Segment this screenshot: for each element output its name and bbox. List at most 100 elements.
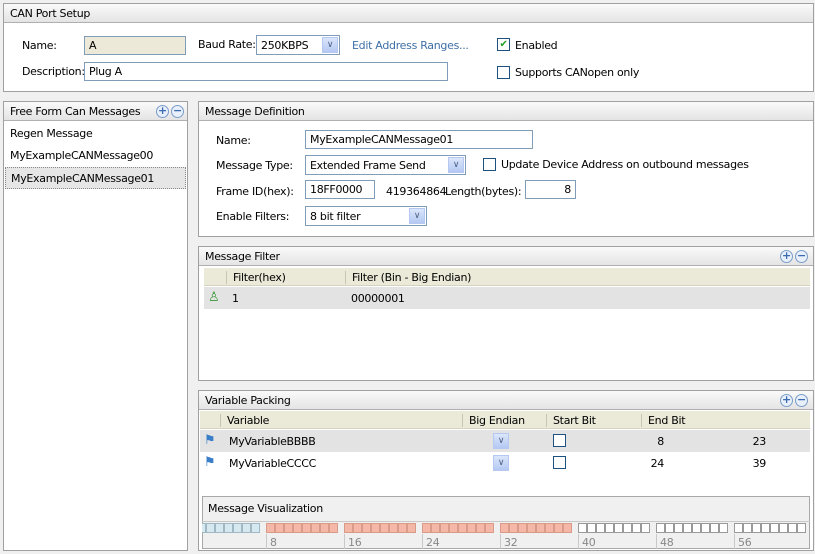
chevron-down-icon[interactable]: ∨ [448, 157, 464, 173]
bit-cell [344, 523, 353, 533]
bit-cell [275, 523, 284, 533]
bit-cell [293, 523, 302, 533]
variable-flag-icon: ⚑ [204, 455, 216, 470]
msg-type-select[interactable]: Extended Frame Send ∨ [305, 155, 466, 175]
bit-cell [224, 523, 233, 533]
bit-cell [701, 523, 710, 533]
column-header[interactable]: Variable [220, 414, 269, 427]
bit-cell [233, 523, 242, 533]
list-item[interactable]: MyExampleCANMessage00 [5, 145, 186, 167]
msg-name-label: Name: [216, 134, 251, 147]
list-item-selected[interactable]: MyExampleCANMessage01 [5, 167, 186, 189]
filter-bin: 00000001 [351, 292, 405, 305]
msg-name-field[interactable]: MyExampleCANMessage01 [305, 130, 533, 149]
enable-filters-label: Enable Filters: [216, 210, 290, 223]
filter-grid-header: Filter(hex) Filter (Bin - Big Endian) [204, 268, 810, 286]
start-bit: 24 [650, 457, 665, 470]
bit-cell [692, 523, 701, 533]
bit-cell [623, 523, 632, 533]
enable-filters-select[interactable]: 8 bit filter ∨ [305, 206, 427, 226]
enabled-checkbox[interactable]: ✔ [497, 38, 510, 51]
bit-cell [353, 523, 362, 533]
message-filter-panel: Message Filter + − Filter(hex) Filter (B… [198, 246, 814, 381]
description-label: Description: [22, 65, 85, 78]
variable-name: MyVariableCCCC [229, 457, 317, 470]
bit-cell [632, 523, 641, 533]
big-endian-checkbox[interactable] [553, 456, 566, 469]
add-icon[interactable]: + [156, 105, 169, 118]
bit-cell [380, 523, 389, 533]
bit-cell [605, 523, 614, 533]
filter-hex: 1 [232, 292, 239, 305]
remove-icon[interactable]: − [171, 105, 184, 118]
table-row[interactable]: ♙ 1 00000001 [204, 287, 810, 309]
column-header[interactable]: End Bit [641, 414, 686, 427]
bit-cell [467, 523, 476, 533]
column-header[interactable]: Filter(hex) [226, 271, 286, 284]
bit-cell [596, 523, 605, 533]
chevron-down-icon[interactable]: ∨ [409, 208, 425, 224]
bit-cell [251, 523, 260, 533]
enabled-label: Enabled [515, 39, 558, 52]
frame-id-field[interactable]: 18FF0000 [305, 180, 375, 199]
bit-map: 8 16 24 32 40 48 56 [202, 521, 810, 549]
description-field[interactable]: Plug A [84, 62, 448, 81]
variable-dropdown[interactable]: ∨ [493, 433, 509, 449]
bit-cell [329, 523, 338, 533]
length-field[interactable]: 8 [525, 180, 576, 199]
remove-icon[interactable]: − [795, 250, 808, 263]
bit-cell [458, 523, 467, 533]
column-header[interactable]: Filter (Bin - Big Endian) [345, 271, 471, 284]
list-item[interactable]: Regen Message [5, 123, 186, 145]
bit-cell [320, 523, 329, 533]
bit-cell [761, 523, 770, 533]
chevron-down-icon[interactable]: ∨ [322, 37, 338, 53]
column-header[interactable]: Big Endian [462, 414, 525, 427]
update-address-label: Update Device Address on outbound messag… [501, 158, 749, 171]
bit-cell [770, 523, 779, 533]
bit-cell [797, 523, 806, 533]
bit-cell [710, 523, 719, 533]
canopen-label: Supports CANopen only [515, 66, 640, 79]
bit-tick-label: 56 [734, 534, 752, 549]
bit-cell [578, 523, 587, 533]
bit-cell [242, 523, 251, 533]
baud-rate-select[interactable]: 250KBPS ∨ [256, 35, 340, 55]
bit-cell [536, 523, 545, 533]
filter-row-icon: ♙ [208, 290, 220, 305]
add-icon[interactable]: + [780, 250, 793, 263]
variable-dropdown[interactable]: ∨ [493, 455, 509, 471]
length-label: Length(bytes): [445, 185, 522, 198]
packing-grid-header: Variable Big Endian Start Bit End Bit [200, 411, 810, 429]
variable-packing-panel: Variable Packing + − Variable Big Endian… [198, 390, 814, 551]
enable-filters-value: 8 bit filter [310, 210, 361, 223]
big-endian-checkbox[interactable] [553, 434, 566, 447]
update-address-checkbox[interactable] [483, 158, 496, 171]
baud-rate-label: Baud Rate: [198, 38, 256, 51]
table-row[interactable]: ⚑ MyVariableBBBB ∨ 8 23 [200, 430, 810, 452]
bit-cell [284, 523, 293, 533]
panel-title: Variable Packing [199, 391, 813, 410]
bit-tick-label: 48 [656, 534, 674, 549]
message-definition-panel: Message Definition Name: MyExampleCANMes… [198, 101, 814, 237]
message-visualization: Message Visualization 8 16 24 32 40 48 56 [202, 496, 810, 549]
canopen-checkbox[interactable] [497, 66, 510, 79]
visualization-title: Message Visualization [208, 502, 323, 515]
table-row[interactable]: ⚑ MyVariableCCCC ∨ 24 39 [200, 452, 810, 474]
bit-cell [752, 523, 761, 533]
bit-tick-label: 24 [422, 534, 440, 549]
variable-name: MyVariableBBBB [229, 435, 316, 448]
bit-cell [545, 523, 554, 533]
frame-id-label: Frame ID(hex): [216, 185, 294, 198]
column-header[interactable]: Start Bit [546, 414, 596, 427]
panel-title: Message Definition [199, 102, 813, 121]
bit-tick-label: 8 [266, 534, 277, 549]
add-icon[interactable]: + [780, 394, 793, 407]
bit-cell [788, 523, 797, 533]
port-name-field[interactable]: A [84, 36, 186, 55]
remove-icon[interactable]: − [795, 394, 808, 407]
frame-id-decimal: 419364864 [386, 185, 447, 198]
edit-address-ranges-link[interactable]: Edit Address Ranges... [352, 39, 469, 52]
bit-cell [431, 523, 440, 533]
end-bit: 39 [752, 457, 767, 470]
